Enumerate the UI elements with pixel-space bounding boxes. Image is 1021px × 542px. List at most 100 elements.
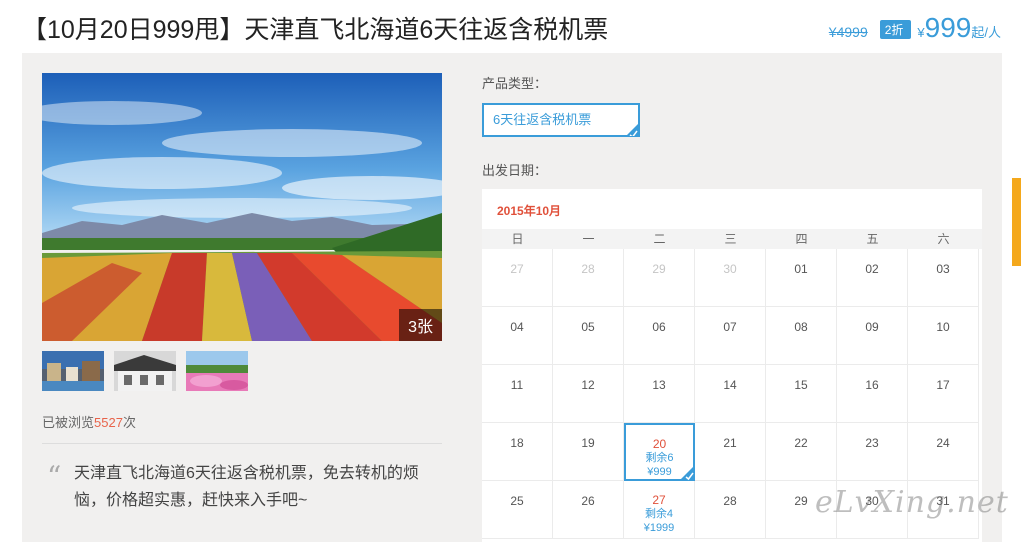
day-number: 28 xyxy=(723,494,737,508)
checkmark-icon xyxy=(623,120,639,136)
calendar-day: 17 xyxy=(908,365,979,423)
main-photo[interactable]: 3张 xyxy=(42,73,442,341)
calendar-week-row: 11 12 13 14 15 16 17 xyxy=(482,365,979,423)
day-number: 01 xyxy=(794,262,808,276)
calendar-day: 22 xyxy=(766,423,837,481)
day-number: 20 xyxy=(652,437,667,451)
view-count-number: 5527 xyxy=(94,415,123,430)
calendar-day: 04 xyxy=(482,307,553,365)
day-number: 26 xyxy=(581,494,595,508)
calendar-day: 24 xyxy=(908,423,979,481)
calendar-day: 28 xyxy=(695,481,766,539)
watermark: eLvXing.net xyxy=(815,485,1009,520)
day-number: 02 xyxy=(865,262,879,276)
product-type-label: 产品类型： xyxy=(482,76,548,91)
day-number: 16 xyxy=(865,378,879,392)
day-number: 22 xyxy=(794,436,808,450)
calendar-day: 21 xyxy=(695,423,766,481)
product-intro: 天津直飞北海道6天往返含税机票，免去转机的烦恼，价格超实惠，赶快来入手吧~ xyxy=(74,465,419,509)
thumbnail-2[interactable] xyxy=(114,351,176,391)
calendar-day: 09 xyxy=(837,307,908,365)
calendar-day: 19 xyxy=(553,423,624,481)
product-type-option[interactable]: 6天往返含税机票 xyxy=(482,103,640,137)
weekday-header: 日 一 二 三 四 五 六 xyxy=(482,229,982,249)
seats-remaining: 剩余4 xyxy=(644,508,674,520)
day-number: 27 xyxy=(652,493,666,507)
calendar-day: 05 xyxy=(553,307,624,365)
calendar-day: 08 xyxy=(766,307,837,365)
calendar-week-row: 18 19 20 剩余6 ¥999 21 22 23 24 xyxy=(482,423,979,481)
day-number: 14 xyxy=(723,378,737,392)
calendar-day: 03 xyxy=(908,249,979,307)
calendar-day: 29 xyxy=(624,249,695,307)
view-count-suffix: 次 xyxy=(122,415,136,430)
current-price: 999 xyxy=(924,12,972,43)
calendar-day: 11 xyxy=(482,365,553,423)
checkmark-icon xyxy=(679,465,695,481)
product-type-value: 6天往返含税机票 xyxy=(493,112,592,127)
calendar-day: 26 xyxy=(553,481,624,539)
day-number: 18 xyxy=(510,436,524,450)
day-number: 10 xyxy=(936,320,950,334)
day-number: 03 xyxy=(936,262,950,276)
quote-icon: “ xyxy=(47,460,62,493)
thumbnail-1[interactable] xyxy=(42,351,104,391)
day-number: 06 xyxy=(652,320,666,334)
calendar-day: 18 xyxy=(482,423,553,481)
day-number: 07 xyxy=(723,320,737,334)
calendar-day: 25 xyxy=(482,481,553,539)
day-number: 27 xyxy=(510,262,524,276)
weekday-mon: 一 xyxy=(582,232,595,246)
day-price: ¥1999 xyxy=(643,522,675,534)
day-number: 25 xyxy=(510,494,524,508)
per-person-label: 起/人 xyxy=(971,25,1001,40)
discount-badge: 2折 xyxy=(879,20,912,39)
calendar-day: 13 xyxy=(624,365,695,423)
calendar-week-row: 04 05 06 07 08 09 10 xyxy=(482,307,979,365)
view-count-prefix: 已被浏览 xyxy=(42,415,95,430)
day-number: 11 xyxy=(510,378,524,392)
day-number: 29 xyxy=(652,262,666,276)
calendar-day: 12 xyxy=(553,365,624,423)
calendar-day-available[interactable]: 27 剩余4 ¥1999 xyxy=(624,481,695,539)
day-number: 05 xyxy=(581,320,595,334)
day-number: 19 xyxy=(581,436,595,450)
day-number: 12 xyxy=(581,378,595,392)
thumbnail-strip xyxy=(42,351,248,391)
day-number: 15 xyxy=(794,378,808,392)
weekday-thu: 四 xyxy=(795,232,808,246)
flower-field-photo xyxy=(186,351,248,391)
day-number: 04 xyxy=(510,320,524,334)
calendar-week-row: 27 28 29 30 01 02 03 xyxy=(482,249,979,307)
currency-symbol: ¥ xyxy=(917,25,925,40)
weekday-tue: 二 xyxy=(653,232,666,246)
seats-remaining: 剩余6 xyxy=(645,452,674,464)
day-number: 21 xyxy=(723,436,737,450)
day-number: 13 xyxy=(652,378,666,392)
calendar-day: 15 xyxy=(766,365,837,423)
side-float-tab[interactable] xyxy=(1012,178,1021,266)
day-number: 09 xyxy=(865,320,879,334)
weekday-wed: 三 xyxy=(724,232,737,246)
day-number: 30 xyxy=(723,262,737,276)
calendar-day: 07 xyxy=(695,307,766,365)
calendar-day: 28 xyxy=(553,249,624,307)
calendar-day: 16 xyxy=(837,365,908,423)
weekday-fri: 五 xyxy=(866,232,879,246)
day-number: 29 xyxy=(794,494,808,508)
thumbnail-3[interactable] xyxy=(186,351,248,391)
calendar-month: 2015年10月 xyxy=(497,204,562,218)
day-number: 17 xyxy=(936,378,950,392)
calendar-day-available[interactable]: 20 剩余6 ¥999 xyxy=(624,423,695,481)
original-price: ¥4999 xyxy=(828,24,868,40)
calendar-day: 10 xyxy=(908,307,979,365)
departure-date-label: 出发日期： xyxy=(482,163,548,178)
calendar-day: 06 xyxy=(624,307,695,365)
weekday-sun: 日 xyxy=(511,232,524,246)
page-title: 【10月20日999甩】天津直飞北海道6天往返含税机票 xyxy=(22,16,609,44)
calendar-day: 27 xyxy=(482,249,553,307)
divider xyxy=(42,443,442,444)
price-box: ¥4999 2折 ¥ 999 起/人 xyxy=(829,12,1001,44)
calendar-day: 30 xyxy=(695,249,766,307)
town-photo xyxy=(42,351,104,391)
